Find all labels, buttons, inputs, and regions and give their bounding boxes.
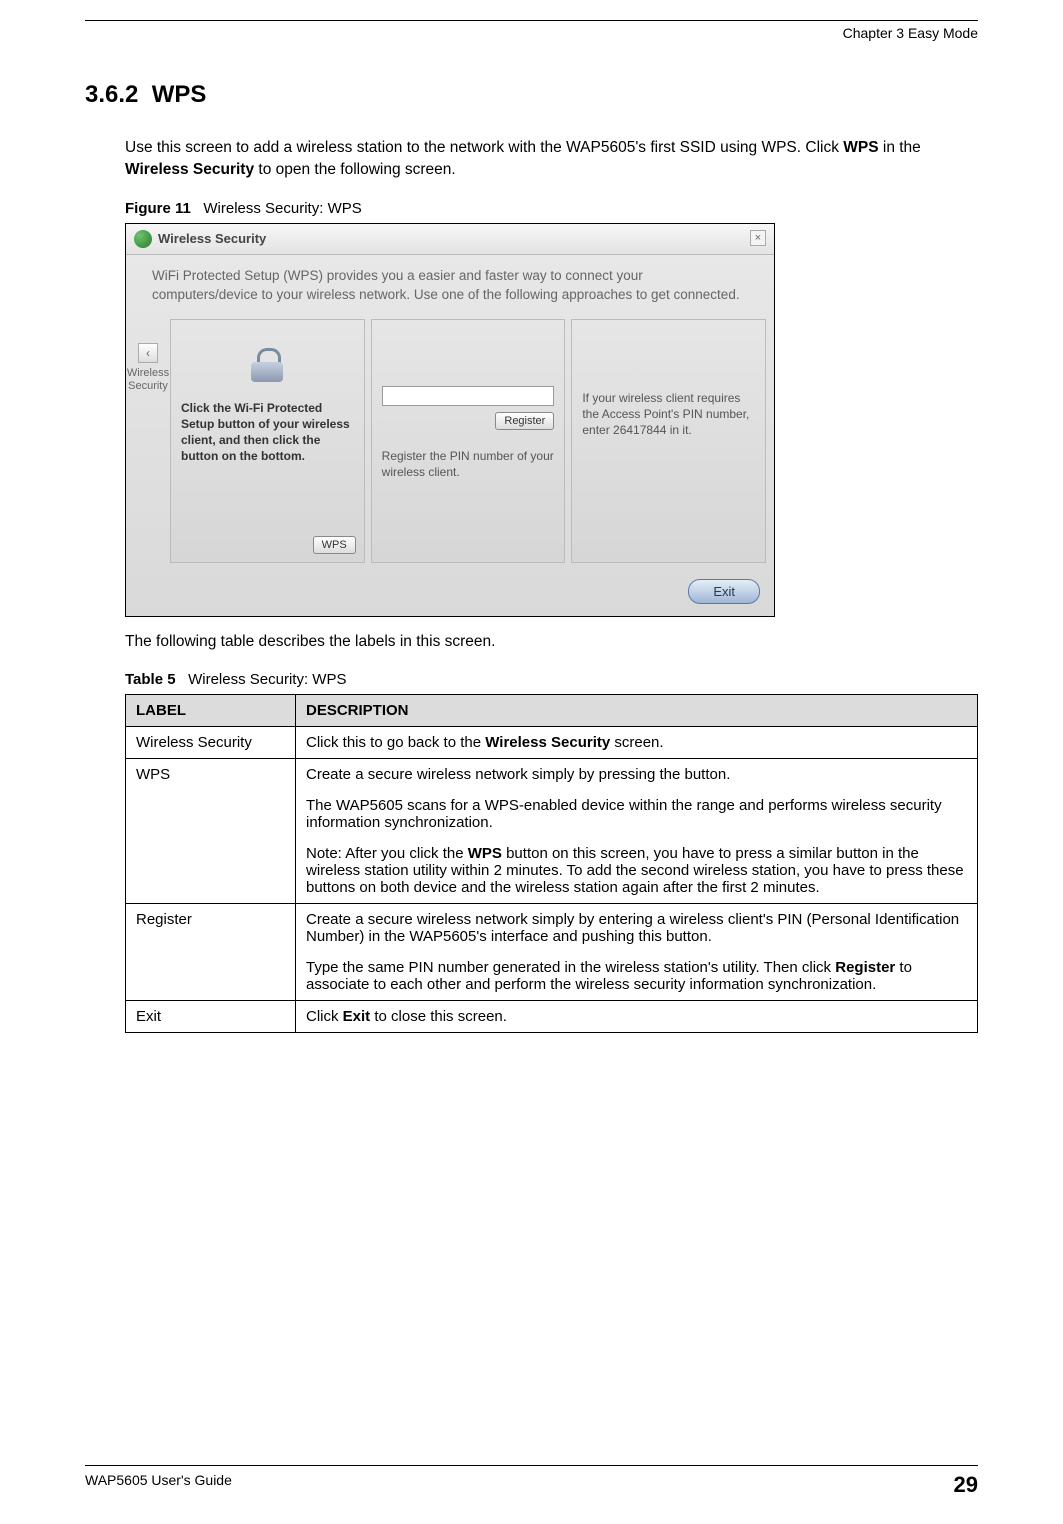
section-title: WPS — [152, 81, 207, 108]
wps-button-panel: Click the Wi-Fi Protected Setup button o… — [170, 319, 365, 563]
wps-note: Note: After you click the WPS button on … — [306, 845, 967, 896]
table-wireless-security-wps: LABEL DESCRIPTION Wireless Security Clic… — [125, 694, 978, 1033]
table-row: Register Create a secure wireless networ… — [126, 904, 978, 1001]
figure-caption: Figure 11 Wireless Security: WPS — [85, 200, 978, 217]
chevron-left-icon: ‹ — [138, 343, 158, 363]
table-intro-text: The following table describes the labels… — [85, 631, 978, 653]
wps-button[interactable]: WPS — [313, 536, 356, 554]
table-row: WPS Create a secure wireless network sim… — [126, 759, 978, 904]
table-row: Exit Click Exit to close this screen. — [126, 1001, 978, 1033]
table-row: Wireless Security Click this to go back … — [126, 727, 978, 759]
table-header-description: DESCRIPTION — [296, 695, 978, 727]
section-heading: 3.6.2 WPS — [85, 81, 978, 109]
chapter-header: Chapter 3 Easy Mode — [85, 25, 978, 41]
ap-pin-panel: If your wireless client requires the Acc… — [571, 319, 766, 563]
section-number: 3.6.2 — [85, 81, 138, 108]
wps-instruction-text: Click the Wi-Fi Protected Setup button o… — [181, 400, 354, 465]
lock-icon — [247, 348, 287, 382]
ap-pin-text: If your wireless client requires the Acc… — [582, 390, 755, 439]
pin-input[interactable] — [382, 386, 555, 406]
intro-paragraph: Use this screen to add a wireless statio… — [85, 137, 978, 182]
globe-icon — [134, 230, 152, 248]
register-caption: Register the PIN number of your wireless… — [382, 448, 555, 480]
dialog-title: Wireless Security — [158, 231, 266, 246]
close-icon[interactable]: × — [750, 230, 766, 246]
register-button[interactable]: Register — [495, 412, 554, 430]
exit-button[interactable]: Exit — [688, 579, 760, 604]
page-footer: WAP5605 User's Guide 29 — [85, 1465, 978, 1498]
table-caption: Table 5 Wireless Security: WPS — [85, 671, 978, 688]
dialog-titlebar: Wireless Security × — [126, 224, 774, 255]
table-header-label: LABEL — [126, 695, 296, 727]
figure-wireless-security-wps: Wireless Security × WiFi Protected Setup… — [125, 223, 775, 617]
pin-register-panel: Register Register the PIN number of your… — [371, 319, 566, 563]
page-number: 29 — [954, 1472, 978, 1498]
back-tab-wireless-security[interactable]: ‹ Wireless Security — [126, 343, 170, 393]
footer-guide-name: WAP5605 User's Guide — [85, 1472, 232, 1498]
dialog-intro-text: WiFi Protected Setup (WPS) provides you … — [126, 255, 774, 313]
